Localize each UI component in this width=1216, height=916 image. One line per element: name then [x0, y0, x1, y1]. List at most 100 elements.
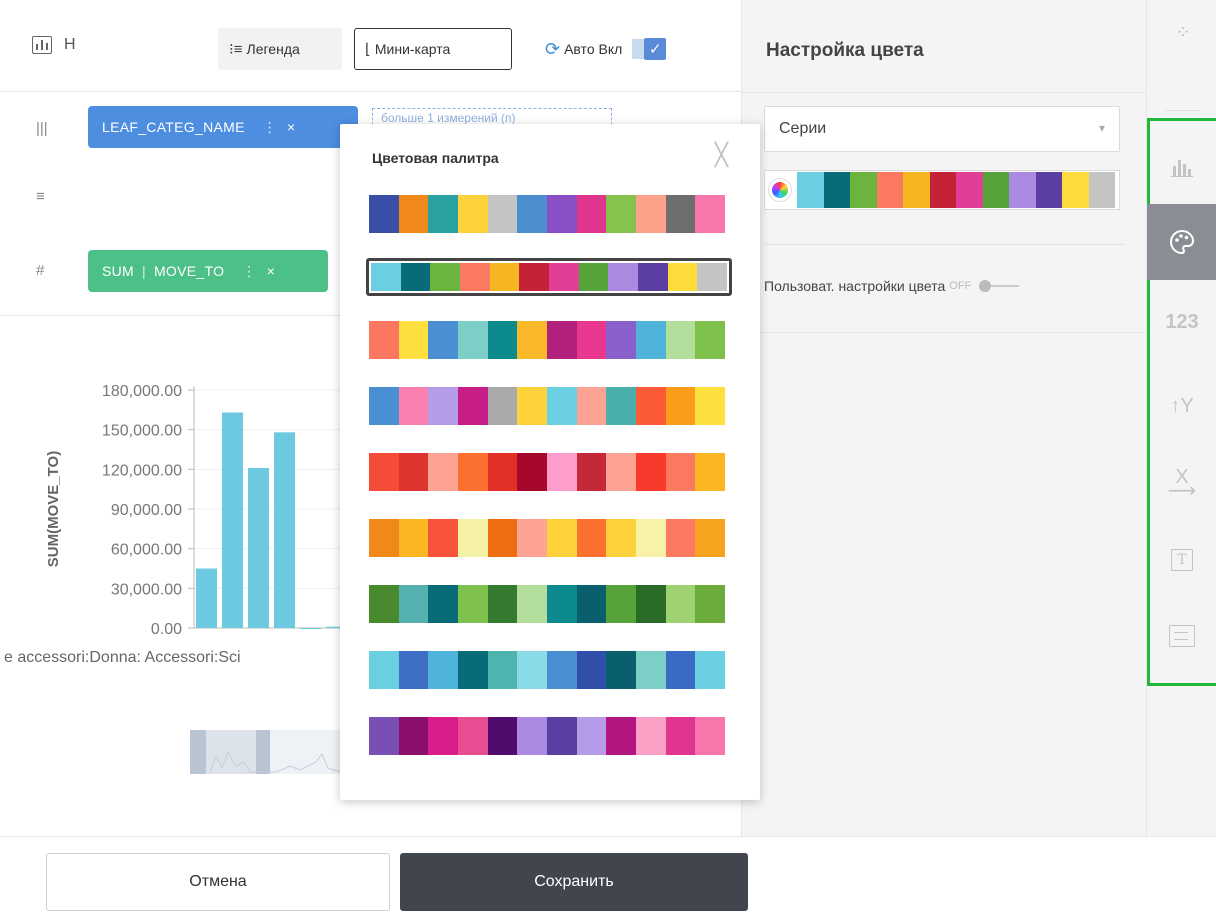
palette-swatch	[576, 453, 607, 491]
palette-swatch	[665, 651, 696, 689]
minimap-handle	[256, 730, 270, 774]
palette-swatch	[547, 585, 577, 623]
palette-swatch	[606, 195, 637, 233]
custom-color-toggle[interactable]	[979, 280, 1020, 292]
palette-swatch	[576, 195, 607, 233]
palette-swatch	[636, 195, 666, 233]
bar	[222, 412, 243, 628]
palette-swatch	[903, 172, 930, 208]
palette-swatch	[458, 387, 488, 425]
palette-option[interactable]	[368, 650, 726, 690]
chart-title[interactable]: Н	[64, 36, 76, 54]
palette-swatch	[578, 263, 609, 291]
current-palette-picker[interactable]	[764, 170, 1120, 210]
drilldown-icon[interactable]: ⁘	[1147, 22, 1216, 43]
palette-swatch	[608, 263, 639, 291]
cancel-button[interactable]: Отмена	[46, 853, 390, 911]
minimap-button[interactable]: ⌊ Мини-карта	[354, 28, 512, 70]
palette-swatch	[956, 172, 983, 208]
palette-swatch	[695, 585, 726, 623]
y-tick-label: 150,000.00	[102, 423, 182, 440]
palette-option[interactable]	[368, 716, 726, 756]
palette-swatch	[636, 717, 666, 755]
palette-swatch	[369, 519, 399, 557]
columns-icon: |||	[36, 120, 48, 137]
save-button[interactable]: Сохранить	[400, 853, 748, 911]
remove-icon[interactable]: ×	[267, 263, 275, 279]
y-tick-label: 60,000.00	[111, 542, 182, 559]
palette-option[interactable]	[368, 518, 726, 558]
palette-swatch	[695, 195, 726, 233]
minimap-icon: ⌊	[365, 41, 371, 58]
minimap-window	[206, 730, 256, 774]
palette-option[interactable]	[368, 452, 726, 492]
palette-option[interactable]	[368, 320, 726, 360]
remove-icon[interactable]: ×	[287, 119, 295, 135]
x-axis-icon[interactable]: X ⟶	[1147, 446, 1216, 522]
palette-swatch	[695, 717, 726, 755]
palette-popup: Цветовая палитра ╳	[340, 124, 760, 800]
palette-swatch	[667, 263, 698, 291]
palette-swatch	[487, 717, 518, 755]
palette-swatch	[665, 321, 696, 359]
palette-swatch	[876, 172, 903, 208]
number-format-icon[interactable]: 123	[1147, 284, 1216, 360]
bar-chart-icon[interactable]	[32, 36, 52, 54]
series-select[interactable]: Серии ▾	[764, 106, 1120, 152]
palette-swatch	[428, 585, 459, 623]
palette-swatch	[458, 717, 488, 755]
rows-icon: ≡	[36, 188, 45, 205]
palette-swatch	[665, 195, 696, 233]
palette-swatch	[606, 585, 637, 623]
series-select-value: Серии	[779, 120, 827, 137]
palette-swatch	[400, 263, 431, 291]
auto-refresh-toggle[interactable]: ⟳ Авто Вкл ✓	[535, 28, 705, 70]
palette-swatch	[369, 717, 399, 755]
palette-swatch	[547, 195, 577, 233]
palette-swatch	[576, 321, 607, 359]
chart-type-icon[interactable]	[1147, 128, 1216, 204]
palette-swatch	[428, 519, 459, 557]
palette-swatch	[576, 585, 607, 623]
text-icon[interactable]: T	[1147, 522, 1216, 598]
palette-swatch	[487, 321, 518, 359]
palette-swatch	[458, 195, 488, 233]
measure-pill[interactable]: SUM | MOVE_TO ⋮ ×	[88, 250, 328, 292]
palette-swatch	[665, 387, 696, 425]
dimension-pill[interactable]: LEAF_CATEG_NAME ⋮ ×	[88, 106, 358, 148]
palette-swatch	[929, 172, 956, 208]
palette-swatch	[1035, 172, 1062, 208]
palette-swatch	[369, 195, 399, 233]
palette-swatch	[460, 263, 490, 291]
more-icon[interactable]: ⋮	[263, 119, 277, 136]
palette-swatch	[487, 519, 518, 557]
palette-swatch	[636, 453, 666, 491]
y-axis-icon[interactable]: ↑Y	[1147, 368, 1216, 444]
auto-refresh-checkbox[interactable]: ✓	[632, 38, 667, 60]
palette-swatch	[695, 387, 726, 425]
palette-swatch	[458, 453, 488, 491]
palette-swatch	[549, 263, 579, 291]
bar	[274, 432, 295, 628]
palette-option[interactable]	[366, 258, 732, 296]
custom-color-state: OFF	[949, 280, 972, 292]
palette-swatch	[547, 519, 577, 557]
palette-swatch	[428, 717, 459, 755]
palette-swatch	[576, 519, 607, 557]
palette-swatch	[369, 387, 399, 425]
palette-option[interactable]	[368, 386, 726, 426]
legend-button[interactable]: ⁝≡ Легенда	[218, 28, 342, 70]
more-icon[interactable]: ⋮	[242, 263, 256, 280]
palette-swatch	[517, 519, 548, 557]
palette-swatch	[517, 387, 548, 425]
palette-swatch	[517, 717, 548, 755]
palette-icon[interactable]	[1147, 204, 1216, 280]
palette-option[interactable]	[368, 584, 726, 624]
palette-option[interactable]	[368, 194, 726, 234]
comment-icon[interactable]	[1147, 598, 1216, 674]
palette-swatch	[398, 717, 429, 755]
close-icon[interactable]: ╳	[715, 142, 728, 168]
palette-swatch	[695, 453, 726, 491]
palette-swatch	[398, 195, 429, 233]
palette-swatch	[823, 172, 850, 208]
